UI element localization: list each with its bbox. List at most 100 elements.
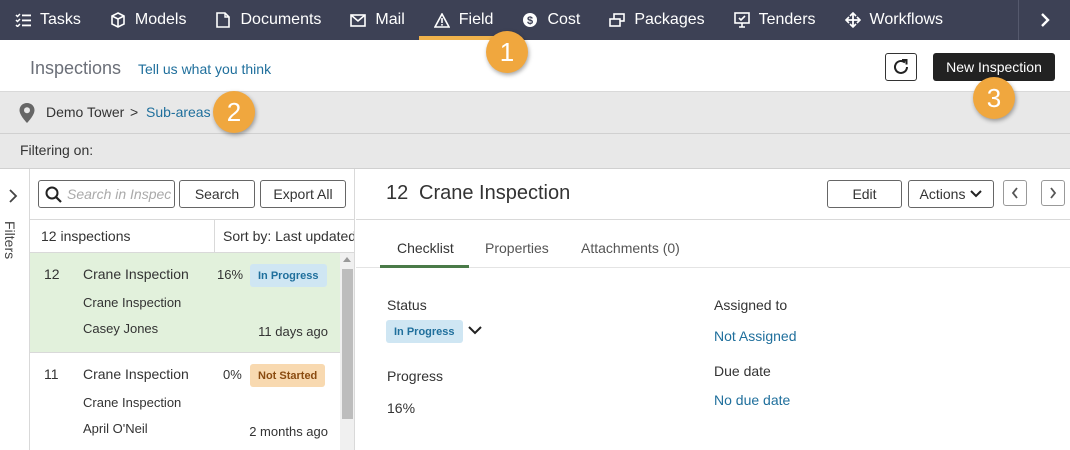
tab-attachments[interactable]: Attachments (0) — [581, 240, 680, 256]
callout-marker: 3 — [973, 77, 1015, 119]
nav-item-mail[interactable]: Mail — [335, 0, 418, 40]
nav-label: Mail — [375, 11, 405, 28]
previous-button[interactable] — [1003, 180, 1027, 206]
status-badge: Not Started — [250, 364, 326, 387]
warning-triangle-icon — [433, 11, 451, 29]
callout-marker: 1 — [486, 31, 528, 73]
filters-label: Filters — [2, 221, 18, 260]
document-icon — [214, 11, 232, 29]
assigned-value-link[interactable]: Not Assigned — [714, 328, 797, 344]
edit-button[interactable]: Edit — [827, 180, 902, 208]
refresh-button[interactable] — [885, 53, 917, 81]
scroll-up-icon[interactable] — [343, 257, 351, 262]
nav-item-tasks[interactable]: Tasks — [0, 0, 95, 40]
feedback-link[interactable]: Tell us what you think — [138, 61, 271, 77]
inspection-list: 12 Crane Inspection Crane Inspection Cas… — [30, 253, 340, 450]
nav-label: Packages — [634, 11, 705, 28]
breadcrumb: Demo Tower > Sub-areas — [0, 92, 1070, 134]
nav-label: Models — [134, 11, 187, 28]
breadcrumb-root[interactable]: Demo Tower — [46, 104, 124, 120]
svg-text:$: $ — [527, 15, 533, 27]
nav-label: Field — [458, 11, 494, 28]
next-button[interactable] — [1041, 180, 1065, 206]
workflows-icon — [844, 11, 862, 29]
item-number: 12 — [44, 266, 60, 282]
sort-dropdown[interactable]: Sort by: Last updated — [214, 220, 354, 253]
filter-label: Filtering on: — [20, 142, 94, 158]
tab-checklist[interactable]: Checklist — [397, 240, 454, 256]
item-time: 2 months ago — [249, 424, 328, 439]
top-nav: Tasks Models Documents Mail Field $ Cost — [0, 0, 1070, 40]
inspection-list-panel: Search Export All 12 inspections Sort by… — [30, 169, 355, 450]
tenders-icon — [733, 11, 751, 29]
status-label: Status — [387, 297, 427, 313]
assigned-label: Assigned to — [714, 297, 788, 313]
chevron-right-icon — [1050, 187, 1057, 199]
item-subtitle: Crane Inspection — [83, 395, 182, 410]
page-header: Inspections Tell us what you think New I… — [0, 40, 1070, 92]
mail-icon — [349, 11, 367, 29]
inspection-detail: 12 Crane Inspection Edit Actions Checkli… — [356, 169, 1070, 450]
detail-number: 12 — [386, 182, 409, 204]
item-user: April O'Neil — [83, 421, 148, 436]
tab-properties[interactable]: Properties — [485, 240, 549, 256]
actions-label: Actions — [919, 186, 966, 202]
nav-item-cost[interactable]: $ Cost — [507, 0, 594, 40]
nav-label: Tenders — [758, 11, 816, 28]
item-title: Crane Inspection — [83, 266, 189, 282]
chevron-down-icon — [970, 190, 983, 198]
chevron-right-icon — [9, 189, 18, 203]
chevron-left-icon — [1011, 187, 1018, 199]
nav-label: Documents — [240, 11, 322, 28]
due-date-label: Due date — [714, 363, 771, 379]
location-pin-icon — [19, 103, 35, 123]
search-input[interactable] — [67, 185, 171, 203]
search-icon — [45, 186, 62, 203]
search-button[interactable]: Search — [179, 180, 255, 208]
progress-label: Progress — [387, 368, 444, 384]
breadcrumb-separator: > — [130, 104, 139, 120]
search-box[interactable] — [38, 180, 175, 208]
nav-item-models[interactable]: Models — [95, 0, 201, 40]
scrollbar-thumb[interactable] — [342, 269, 353, 419]
inspection-count: 12 inspections — [41, 228, 131, 244]
item-title: Crane Inspection — [83, 366, 189, 382]
cube-icon — [109, 11, 127, 29]
filters-rail[interactable]: Filters — [0, 169, 30, 450]
item-time: 11 days ago — [258, 324, 328, 339]
item-subtitle: Crane Inspection — [83, 295, 182, 310]
packages-icon — [608, 11, 626, 29]
refresh-icon — [894, 59, 908, 74]
list-item[interactable]: 12 Crane Inspection Crane Inspection Cas… — [30, 253, 340, 353]
callout-marker: 2 — [213, 91, 255, 133]
filter-bar: Filtering on: — [0, 134, 1070, 169]
active-tab-indicator — [380, 265, 469, 268]
due-date-link[interactable]: No due date — [714, 392, 790, 408]
nav-item-packages[interactable]: Packages — [594, 0, 718, 40]
chevron-right-icon — [1040, 13, 1050, 27]
chevron-down-icon[interactable] — [468, 325, 482, 335]
page-title: Inspections — [30, 58, 122, 78]
status-badge: In Progress — [250, 264, 327, 287]
list-item[interactable]: 11 Crane Inspection Crane Inspection Apr… — [30, 353, 340, 450]
nav-item-tenders[interactable]: Tenders — [719, 0, 830, 40]
list-scrollbar[interactable] — [340, 253, 354, 450]
item-progress: 16% — [217, 267, 244, 282]
detail-tabs: Checklist Properties Attachments (0) — [356, 220, 1070, 268]
actions-button[interactable]: Actions — [908, 180, 994, 208]
item-user: Casey Jones — [83, 321, 159, 336]
item-number: 11 — [44, 366, 59, 382]
breadcrumb-sub-areas[interactable]: Sub-areas — [146, 104, 211, 120]
status-dropdown[interactable]: In Progress — [386, 320, 463, 343]
export-all-button[interactable]: Export All — [260, 180, 346, 208]
nav-label: Tasks — [40, 11, 81, 28]
detail-header: 12 Crane Inspection Edit Actions — [356, 169, 1070, 220]
nav-more-button[interactable] — [1018, 0, 1070, 40]
nav-item-documents[interactable]: Documents — [200, 0, 335, 40]
dollar-icon: $ — [521, 11, 539, 29]
nav-label: Workflows — [869, 11, 944, 28]
tasks-icon — [14, 11, 32, 29]
item-progress: 0% — [223, 367, 242, 382]
progress-value: 16% — [387, 400, 416, 416]
nav-item-workflows[interactable]: Workflows — [830, 0, 958, 40]
